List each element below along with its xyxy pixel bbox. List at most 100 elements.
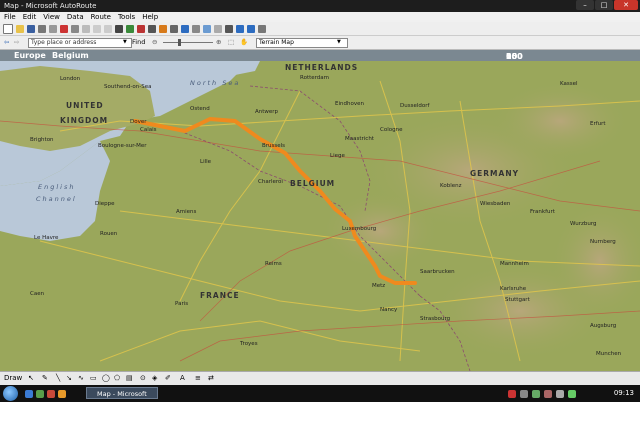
menu-view[interactable]: View: [43, 13, 60, 21]
quicklaunch-ie-icon[interactable]: [25, 390, 33, 398]
legend-icon[interactable]: [203, 24, 211, 33]
menu-tools[interactable]: Tools: [118, 13, 135, 21]
start-icon[interactable]: [126, 24, 134, 33]
label-nurnberg: Nurnberg: [590, 239, 616, 245]
font-color-icon[interactable]: A: [180, 374, 185, 382]
oval-tool-icon[interactable]: ◯: [102, 374, 110, 382]
scale-tick: 200: [506, 52, 523, 61]
label-rotterdam: Rotterdam: [300, 75, 330, 81]
window-controls: – □ ✕: [575, 0, 638, 11]
draw-menu[interactable]: Draw: [4, 374, 22, 382]
split-view-icon[interactable]: [247, 24, 255, 33]
line-tool-icon[interactable]: ╲: [56, 374, 60, 382]
arrow-tool-icon[interactable]: ↘: [66, 374, 72, 382]
print-icon[interactable]: [38, 24, 46, 33]
label-channel: Channel: [36, 195, 77, 203]
menu-file[interactable]: File: [4, 13, 16, 21]
menu-route[interactable]: Route: [91, 13, 111, 21]
new-icon[interactable]: [3, 23, 13, 34]
get-directions-icon[interactable]: [159, 24, 167, 33]
map-style-dropdown-icon[interactable]: ▼: [337, 38, 341, 47]
find-button[interactable]: Find: [132, 38, 145, 47]
fill-color-icon[interactable]: ◈: [152, 374, 157, 382]
undo-icon[interactable]: [93, 24, 101, 33]
open-icon[interactable]: [16, 24, 24, 33]
route-planner-icon[interactable]: [115, 24, 123, 33]
breadcrumb-belgium[interactable]: Belgium: [52, 51, 89, 60]
forward-arrow-icon[interactable]: ⇨: [14, 38, 19, 47]
close-button[interactable]: ✕: [614, 0, 638, 10]
arrow-style-icon[interactable]: ⇄: [208, 374, 214, 382]
rectangle-tool-icon[interactable]: ▭: [90, 374, 97, 382]
end-icon[interactable]: [137, 24, 145, 33]
label-brighton: Brighton: [30, 137, 54, 143]
volume-icon[interactable]: [568, 390, 576, 398]
tray-icon[interactable]: [544, 390, 552, 398]
taskbar-app-button[interactable]: Map - Microsoft Au...: [86, 387, 158, 410]
clock[interactable]: 09:13: [614, 389, 634, 397]
place-search-input[interactable]: Type place or address: [28, 38, 132, 48]
label-north-sea: North Sea: [190, 79, 241, 87]
zoom-slider-thumb[interactable]: [178, 39, 181, 46]
zoom-slider[interactable]: [163, 42, 213, 43]
label-brussels: Brussels: [262, 143, 286, 149]
help-icon[interactable]: [258, 24, 266, 33]
gps-icon[interactable]: [192, 24, 200, 33]
breadcrumb-europe[interactable]: Europe: [14, 51, 46, 60]
start-button-icon[interactable]: [3, 386, 18, 401]
label-reims: Reims: [265, 261, 282, 267]
map-canvas[interactable]: UNITED KINGDOM NETHERLANDS BELGIUM GERMA…: [0, 61, 640, 371]
zoom-out-icon[interactable]: ⊖: [152, 38, 157, 47]
pan-hand-icon[interactable]: ✋: [240, 38, 248, 47]
label-amiens: Amiens: [176, 209, 197, 215]
line-color-icon[interactable]: ✐: [165, 374, 171, 382]
minimize-button[interactable]: –: [576, 0, 594, 10]
tray-icon[interactable]: [520, 390, 528, 398]
stop-icon[interactable]: [148, 24, 156, 33]
overview-icon[interactable]: [214, 24, 222, 33]
textbox-tool-icon[interactable]: ▤: [126, 374, 133, 382]
map-scale: 0 50 100 150 200: [506, 51, 636, 61]
menu-help[interactable]: Help: [142, 13, 158, 21]
radius-tool-icon[interactable]: ⊙: [140, 374, 146, 382]
maximize-button[interactable]: □: [595, 0, 613, 10]
quicklaunch-app-icon[interactable]: [58, 390, 66, 398]
label-luxembourg: Luxembourg: [342, 226, 377, 232]
paste-icon[interactable]: [82, 24, 90, 33]
freeform-tool-icon[interactable]: ⬠: [114, 374, 120, 382]
select-icon[interactable]: ⬚: [228, 38, 234, 47]
send-icon[interactable]: [49, 24, 57, 33]
quicklaunch-desktop-icon[interactable]: [36, 390, 44, 398]
line-style-icon[interactable]: ≡: [195, 374, 201, 382]
label-liege: Liege: [330, 153, 345, 159]
label-metz: Metz: [372, 283, 386, 289]
copy-icon[interactable]: [71, 24, 79, 33]
network-icon[interactable]: [556, 390, 564, 398]
cut-icon[interactable]: [60, 24, 68, 33]
label-strasbourg: Strasbourg: [420, 316, 451, 322]
pushpin-icon[interactable]: [170, 24, 178, 33]
screen-margin: [0, 402, 640, 428]
label-kingdom: KINGDOM: [60, 116, 109, 125]
pushpin-tool-icon[interactable]: ✎: [42, 374, 48, 382]
curve-tool-icon[interactable]: ∿: [78, 374, 84, 382]
label-calais: Calais: [140, 127, 157, 133]
map-style-select[interactable]: Terrain Map: [256, 38, 348, 48]
main-toolbar: [0, 22, 640, 36]
menu-data[interactable]: Data: [67, 13, 84, 21]
tray-icon[interactable]: [532, 390, 540, 398]
save-icon[interactable]: [27, 24, 35, 33]
label-nancy: Nancy: [380, 307, 398, 313]
zoom-in-icon[interactable]: ⊕: [216, 38, 221, 47]
label-lille: Lille: [200, 159, 212, 165]
quicklaunch-media-icon[interactable]: [47, 390, 55, 398]
back-arrow-icon[interactable]: ⇦: [4, 38, 9, 47]
route-pane-icon[interactable]: [225, 24, 233, 33]
search-dropdown-icon[interactable]: ▼: [123, 38, 127, 47]
map-view-icon[interactable]: [236, 24, 244, 33]
redo-icon[interactable]: [104, 24, 112, 33]
select-arrow-icon[interactable]: ↖: [28, 374, 34, 382]
find-nearby-icon[interactable]: [181, 24, 189, 33]
menu-edit[interactable]: Edit: [23, 13, 37, 21]
tray-icon[interactable]: [508, 390, 516, 398]
